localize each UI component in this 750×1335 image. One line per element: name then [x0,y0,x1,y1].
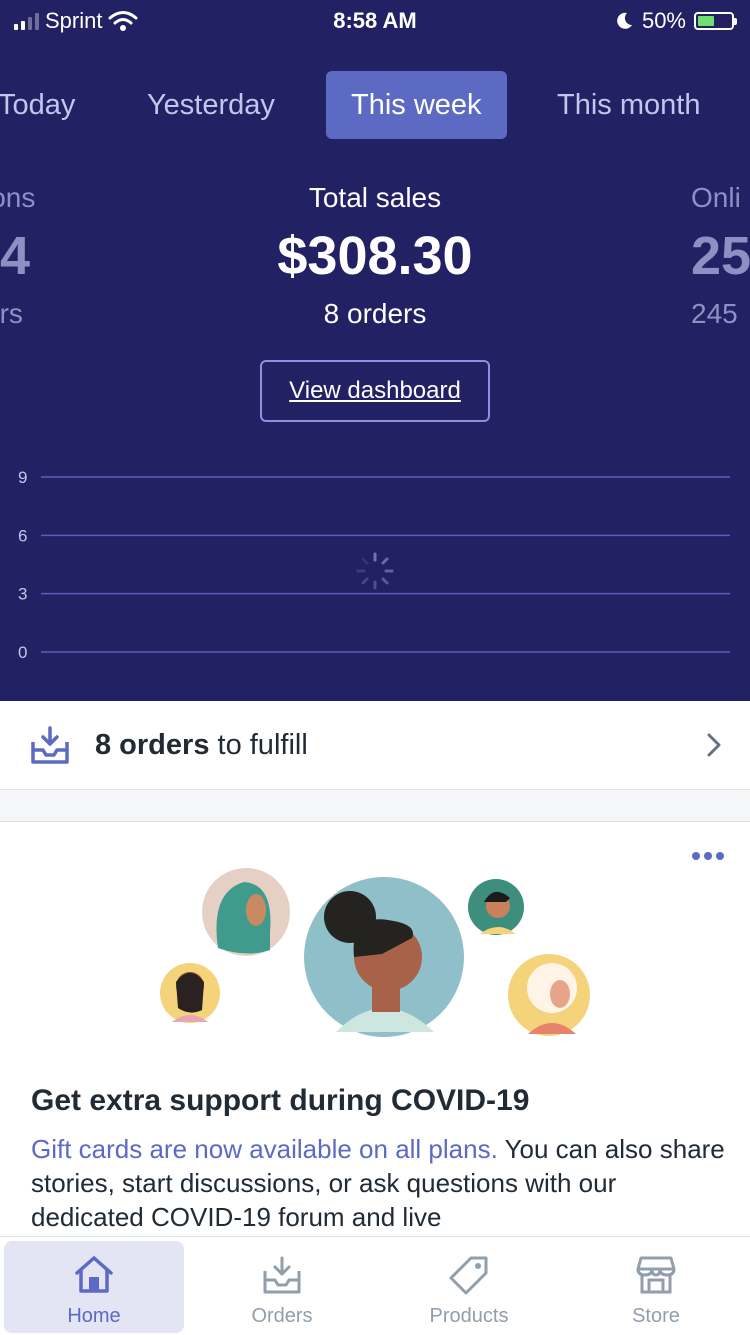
moon-icon [617,12,632,29]
status-right: 50% [614,8,737,34]
home-icon [75,1256,113,1293]
store-icon [636,1256,676,1294]
nav-label: Orders [251,1305,313,1327]
card-body: Gift cards are now available on all plan… [31,1132,731,1234]
nav-label: Store [632,1305,680,1327]
metric-value: 44 [0,226,31,286]
tab-this-month[interactable]: This month [557,71,700,139]
nav-home[interactable]: Home [4,1241,184,1333]
metric-label: Total sales [308,182,442,213]
y-tick-label: 6 [18,526,27,545]
y-tick-label: 3 [18,585,27,604]
metric-label: sions [0,182,36,213]
covid-support-card: Get extra support during COVID-19 Gift c… [0,821,750,1242]
fulfill-suffix: to fulfill [209,729,308,761]
nav-store[interactable]: Store [566,1241,746,1333]
metric-sessions[interactable]: sions 44 itors [0,180,110,332]
date-range-tabs: Today Yesterday This week This month [0,71,750,139]
metric-value: $308.30 [277,226,473,286]
metric-sub: 245 [691,298,738,329]
fulfill-count: 8 orders [95,729,210,761]
view-dashboard-button[interactable]: View dashboard [260,360,490,422]
loading-spinner-icon [356,552,394,590]
battery-fill [698,16,714,26]
status-bar: Sprint 8:58 AM 50% [0,0,750,42]
metric-label: Onli [691,182,741,213]
metric-sub: itors [0,298,23,329]
bottom-tab-bar: Home Orders Products Store [0,1236,750,1335]
fulfill-text: 8 orders to fulfill [95,701,308,789]
gift-cards-link[interactable]: Gift cards are now available on all plan… [31,1134,498,1164]
more-options-icon[interactable] [692,852,724,860]
metric-sub: 8 orders [323,298,427,329]
nav-label: Home [67,1305,121,1327]
inbox-download-icon [31,726,69,764]
orders-to-fulfill-row[interactable]: 8 orders to fulfill [0,701,750,790]
metric-online[interactable]: Onli 25 245 [691,180,750,332]
metric-value: 25 [691,226,750,286]
community-illustration [160,868,590,1037]
metric-total-sales[interactable]: Total sales $308.30 8 orders [200,180,550,332]
y-tick-label: 9 [18,468,27,487]
battery-percent: 50% [641,8,686,33]
nav-products[interactable]: Products [379,1241,559,1333]
orders-inbox-icon [263,1256,301,1294]
tab-today[interactable]: Today [0,71,75,139]
battery-icon [694,12,737,30]
y-tick-label: 0 [18,643,27,662]
sales-overview: Sprint 8:58 AM 50% Today Yesterday This … [0,0,750,701]
tab-this-week[interactable]: This week [326,71,507,139]
card-title: Get extra support during COVID-19 [31,1084,530,1117]
nav-label: Products [429,1305,509,1327]
sales-chart: 9 6 3 0 [18,468,730,662]
tag-icon [449,1256,488,1295]
tab-yesterday[interactable]: Yesterday [147,71,275,139]
nav-orders[interactable]: Orders [192,1241,372,1333]
chevron-right-icon [707,733,721,757]
